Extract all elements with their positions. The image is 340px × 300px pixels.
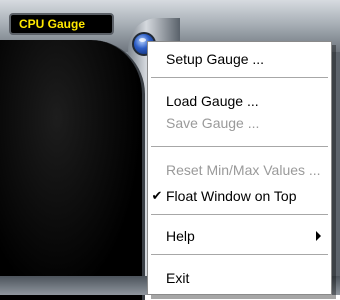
menu-separator [151, 214, 328, 215]
menu-item-label: Float Window on Top [166, 188, 297, 204]
submenu-arrow-icon [316, 231, 321, 241]
menu-separator [151, 146, 328, 147]
menu-item-label: Setup Gauge ... [166, 51, 265, 67]
menu-separator [151, 254, 328, 255]
menu-item-label: Exit [166, 270, 190, 286]
menu-item-label: Reset Min/Max Values ... [166, 162, 321, 178]
menu-item-help[interactable]: Help [148, 225, 331, 247]
gauge-face [0, 40, 145, 300]
menu-item-save-gauge: Save Gauge ... [148, 112, 331, 134]
menu-item-load-gauge[interactable]: Load Gauge ... [148, 90, 331, 112]
menu-item-reset-min-max: Reset Min/Max Values ... [148, 159, 331, 181]
menu-item-setup-gauge[interactable]: Setup Gauge ... [148, 48, 331, 70]
context-menu: Setup Gauge ... Load Gauge ... Save Gaug… [147, 41, 332, 295]
menu-item-label: Load Gauge ... [166, 93, 259, 109]
menu-item-label: Save Gauge ... [166, 115, 260, 131]
menu-item-label: Help [166, 228, 195, 244]
menu-item-float-window-on-top[interactable]: ✔ Float Window on Top [148, 185, 331, 207]
gauge-title: CPU Gauge [9, 13, 114, 35]
menu-separator [151, 77, 328, 78]
menu-item-exit[interactable]: Exit [148, 267, 331, 289]
checkmark-icon: ✔ [151, 188, 163, 203]
